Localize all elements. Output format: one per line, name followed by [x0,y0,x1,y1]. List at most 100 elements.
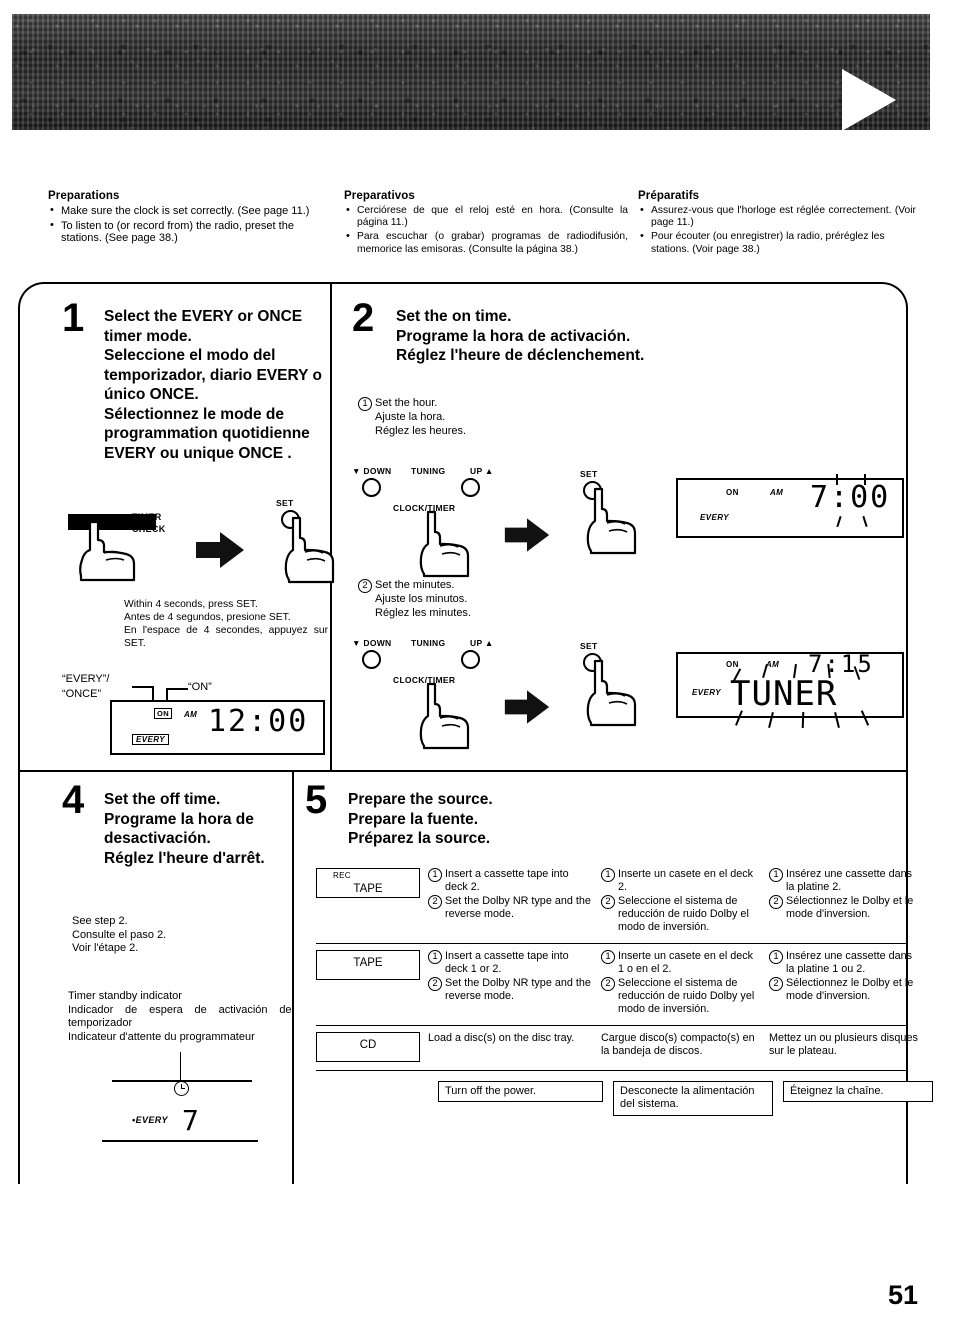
flash-mark [862,516,868,527]
pressing-hand-icon [585,487,645,555]
page-header-band [12,14,930,131]
table-row: CD Load a disc(s) on the disc tray. Carg… [316,1025,918,1070]
circled-number: 2 [428,977,442,991]
instructions-fr: Mettez un ou plusieurs disques sur le pl… [769,1026,927,1066]
lcd-display-step2-a: ON AM 7:00 EVERY [676,474,904,538]
pressing-hand-icon [283,516,343,584]
pressing-hand-icon [418,510,478,578]
tuning-down-button-2[interactable] [362,650,381,669]
list-item: Pour écouter (ou enregistrer) la radio, … [638,230,916,255]
tuning-down-button-1[interactable] [362,478,381,497]
lcd-indicator-every: EVERY [700,513,729,522]
step-4-note: See step 2. Consulte el paso 2. Voir l'é… [72,915,167,955]
lcd-time-value: 12:00 [208,704,309,739]
standby-panel-line-bottom [102,1140,258,1142]
power-off-box-es: Desconecte la alimentación del sistema. [613,1081,773,1116]
divider-horizontal-steps [20,770,906,772]
leader-line-every [132,686,154,688]
tuning-up-button-1[interactable] [461,478,480,497]
standby-every-indicator: •EVERY [132,1115,168,1125]
source-button-rec-tape[interactable]: REC TAPE [316,868,420,898]
circled-number-2: 2 [358,579,372,593]
instructions-es: 1 Inserte un casete en el deck 1 o en el … [601,944,769,1025]
source-rec-label: REC [333,871,351,880]
flash-mark [864,474,866,485]
instruction-text: Seleccione el sistema de reducción de ru… [618,977,755,1015]
preparations-list-es: Cerciórese de que el reloj esté en hora.… [344,204,628,256]
instructions-fr: 1 Insérez une cassette dans la platine 1 … [769,944,927,1012]
step-2-substep-1-text: Set the hour. Ajuste la hora. Réglez les… [375,397,467,437]
step-4-heading: Set the off time. Programe la hora de de… [104,791,265,867]
step-1-heading: Select the EVERY or ONCE timer mode. Sel… [104,308,322,462]
power-off-box-en: Turn off the power. [438,1081,603,1103]
circled-number: 2 [601,977,615,991]
instruction-text: Cargue disco(s) compacto(s) en la bandej… [601,1032,755,1057]
set-label-step2-a: SET [580,469,598,479]
source-name-label: TAPE [353,957,383,969]
instruction-text: Set the Dolby NR type and the reverse mo… [445,977,591,1002]
step-2-substep-2: 2 Set the minutes. Ajuste los minutos. R… [358,578,471,620]
source-cell: TAPE [316,944,428,988]
power-off-box-fr: Éteignez la chaîne. [783,1081,933,1103]
circled-number: 1 [769,950,783,964]
list-item: Para escuchar (o grabar) programas de ra… [344,230,628,255]
instruction-text: Insert a cassette tape into deck 1 or 2. [445,950,569,975]
lcd-display-step2-b: ON AM 7:15 EVERY TUNER [676,650,904,729]
flash-mark [836,516,842,527]
list-item: Assurez-vous que l'horloge est réglée co… [638,204,916,229]
pressing-hand-icon [585,659,645,727]
source-button-tape[interactable]: TAPE [316,950,420,980]
tuning-up-button-2[interactable] [461,650,480,669]
instructions-en: 1 Insert a cassette tape into deck 2. 2 Se… [428,862,601,930]
arrow-right-icon [194,530,246,570]
arrow-right-icon [503,688,551,726]
step-5-heading: Prepare the source. Prepare la fuente. P… [348,791,493,847]
leader-line-on [166,688,188,690]
standby-leader-vertical [180,1052,182,1080]
power-off-row: Turn off the power. Desconecte la alimen… [316,1070,933,1116]
instruction-text: Sélectionnez le Dolby et le mode d'inver… [786,895,914,920]
instructions-en: 1 Insert a cassette tape into deck 1 or 2… [428,944,601,1012]
instruction-text: Seleccione el sistema de reducción de ru… [618,895,749,933]
lcd-indicator-am: AM [770,488,784,497]
instructions-es: 1 Inserte un casete en el deck 2. 2 Selecc… [601,862,769,943]
circled-number: 2 [428,895,442,909]
circled-number: 2 [769,895,783,909]
page-number: 51 [887,1280,918,1310]
flash-mark [836,474,838,485]
down-label-2: ▼ DOWN [352,638,392,648]
circled-number-1: 1 [358,397,372,411]
instruction-text: Set the Dolby NR type and the reverse mo… [445,895,591,920]
circled-number: 1 [428,950,442,964]
lcd-time-value: 7:00 [810,480,891,515]
list-item: Make sure the clock is set correctly. (S… [48,204,334,218]
lcd-source-value: TUNER [730,674,838,714]
step-5-number: 5 [305,778,328,822]
down-label-1: ▼ DOWN [352,466,392,476]
lcd-indicator-on: ON [726,488,739,497]
source-cell: REC TAPE [316,862,428,906]
lcd-indicator-every: EVERY [692,688,721,697]
instruction-text: Load a disc(s) on the disc tray. [428,1032,575,1044]
table-row: REC TAPE 1 Insert a cassette tape into de… [316,862,913,943]
source-name-label: TAPE [353,883,383,895]
list-item: Cerciórese de que el reloj esté en hora.… [344,204,628,229]
arrow-right-icon [503,516,551,554]
preparations-spanish: Preparativos Cerciórese de que el reloj … [344,190,628,258]
lcd-indicator-am: AM [766,660,780,669]
table-row: TAPE 1 Insert a cassette tape into deck 1… [316,943,913,1025]
preparations-title-en: Preparations [48,190,120,202]
set-label-step2-b: SET [580,641,598,651]
source-button-cd[interactable]: CD [316,1032,420,1062]
step-1-note: Within 4 seconds, press SET. Antes de 4 … [124,599,328,649]
preparations-section: Preparations Make sure the clock is set … [48,190,916,270]
preparations-list-fr: Assurez-vous que l'horloge est réglée co… [638,204,916,256]
step-4-number: 4 [62,778,85,822]
instruction-text: Mettez un ou plusieurs disques sur le pl… [769,1032,918,1057]
step-2-number: 2 [352,296,375,340]
step-2-substep-1: 1 Set the hour. Ajuste la hora. Réglez l… [358,396,466,439]
lcd-indicator-on: ON [726,660,739,669]
scan-noise-texture [12,14,930,130]
instruction-text: Insérez une cassette dans la platine 2. [786,868,913,893]
source-cell: CD [316,1026,428,1070]
